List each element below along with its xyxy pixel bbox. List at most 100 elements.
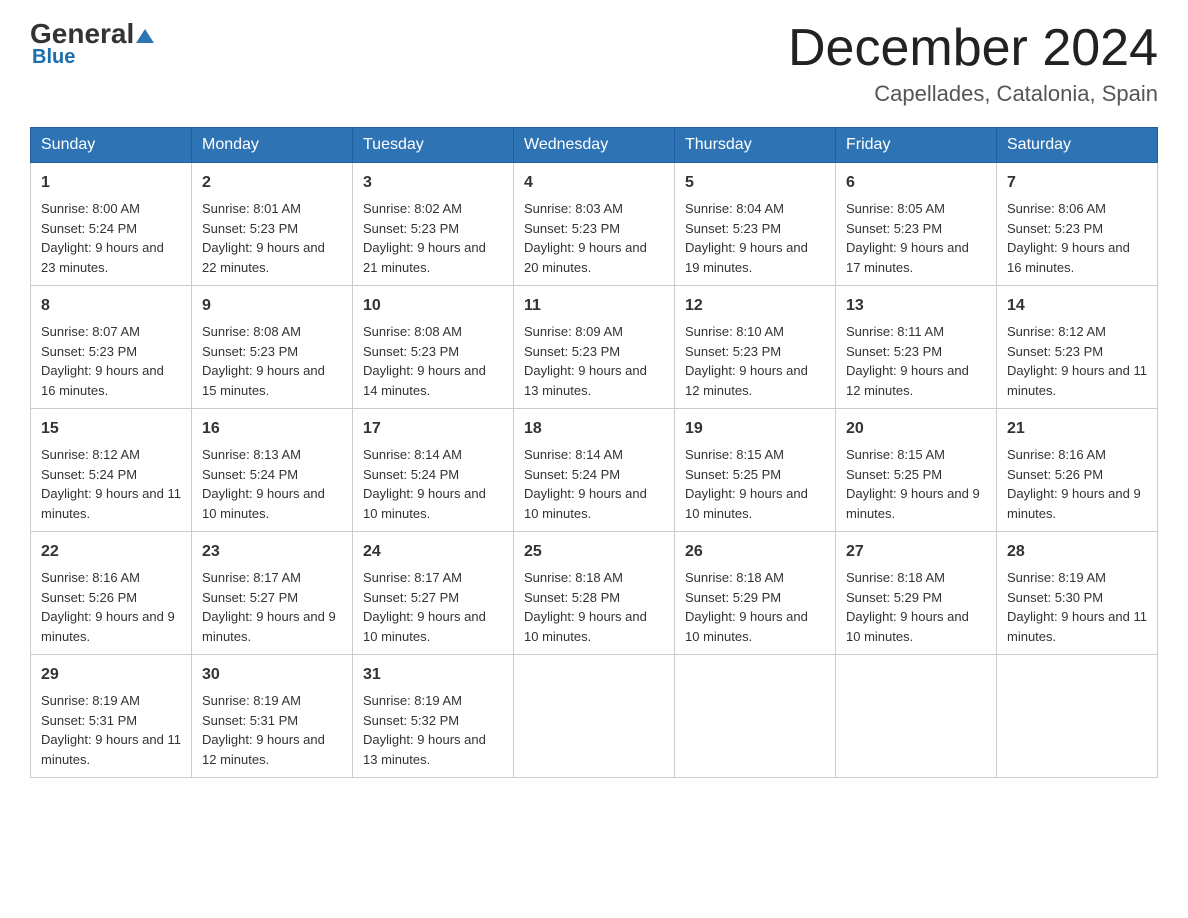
daylight-text: Daylight: 9 hours and 22 minutes. <box>202 240 325 275</box>
calendar-cell: 1Sunrise: 8:00 AMSunset: 5:24 PMDaylight… <box>31 163 192 286</box>
day-number: 28 <box>1007 540 1147 564</box>
sunset-text: Sunset: 5:32 PM <box>363 713 459 728</box>
sunrise-text: Sunrise: 8:01 AM <box>202 201 301 216</box>
day-header-saturday: Saturday <box>997 128 1158 163</box>
daylight-text: Daylight: 9 hours and 16 minutes. <box>41 363 164 398</box>
day-number: 21 <box>1007 417 1147 441</box>
day-number: 6 <box>846 171 986 195</box>
daylight-text: Daylight: 9 hours and 19 minutes. <box>685 240 808 275</box>
sunset-text: Sunset: 5:29 PM <box>846 590 942 605</box>
sunrise-text: Sunrise: 8:19 AM <box>363 693 462 708</box>
daylight-text: Daylight: 9 hours and 13 minutes. <box>363 732 486 767</box>
sunrise-text: Sunrise: 8:02 AM <box>363 201 462 216</box>
day-number: 5 <box>685 171 825 195</box>
calendar-cell: 15Sunrise: 8:12 AMSunset: 5:24 PMDayligh… <box>31 409 192 532</box>
sunset-text: Sunset: 5:23 PM <box>846 221 942 236</box>
sunset-text: Sunset: 5:27 PM <box>202 590 298 605</box>
sunrise-text: Sunrise: 8:14 AM <box>363 447 462 462</box>
day-number: 7 <box>1007 171 1147 195</box>
day-header-thursday: Thursday <box>675 128 836 163</box>
sunset-text: Sunset: 5:23 PM <box>202 344 298 359</box>
calendar-cell: 14Sunrise: 8:12 AMSunset: 5:23 PMDayligh… <box>997 286 1158 409</box>
sunrise-text: Sunrise: 8:10 AM <box>685 324 784 339</box>
daylight-text: Daylight: 9 hours and 9 minutes. <box>1007 486 1141 521</box>
day-number: 9 <box>202 294 342 318</box>
week-row-5: 29Sunrise: 8:19 AMSunset: 5:31 PMDayligh… <box>31 655 1158 778</box>
sunset-text: Sunset: 5:23 PM <box>202 221 298 236</box>
logo-text: General <box>30 20 154 48</box>
daylight-text: Daylight: 9 hours and 10 minutes. <box>202 486 325 521</box>
calendar-cell: 25Sunrise: 8:18 AMSunset: 5:28 PMDayligh… <box>514 532 675 655</box>
week-row-3: 15Sunrise: 8:12 AMSunset: 5:24 PMDayligh… <box>31 409 1158 532</box>
sunset-text: Sunset: 5:27 PM <box>363 590 459 605</box>
calendar-cell: 4Sunrise: 8:03 AMSunset: 5:23 PMDaylight… <box>514 163 675 286</box>
daylight-text: Daylight: 9 hours and 11 minutes. <box>1007 363 1147 398</box>
day-number: 31 <box>363 663 503 687</box>
sunset-text: Sunset: 5:23 PM <box>524 344 620 359</box>
sunrise-text: Sunrise: 8:03 AM <box>524 201 623 216</box>
day-header-wednesday: Wednesday <box>514 128 675 163</box>
sunrise-text: Sunrise: 8:07 AM <box>41 324 140 339</box>
sunset-text: Sunset: 5:24 PM <box>363 467 459 482</box>
daylight-text: Daylight: 9 hours and 10 minutes. <box>846 609 969 644</box>
day-header-friday: Friday <box>836 128 997 163</box>
sunrise-text: Sunrise: 8:19 AM <box>202 693 301 708</box>
calendar-cell: 2 Sunrise: 8:01 AM Sunset: 5:23 PM Daylight… <box>192 163 353 286</box>
sunset-text: Sunset: 5:24 PM <box>41 221 137 236</box>
location-title: Capellades, Catalonia, Spain <box>788 81 1158 107</box>
calendar-cell: 16 Sunrise: 8:13 AM Sunset: 5:24 PM Dayligh… <box>192 409 353 532</box>
calendar-cell: 3Sunrise: 8:02 AMSunset: 5:23 PMDaylight… <box>353 163 514 286</box>
day-number: 8 <box>41 294 181 318</box>
sunset-text: Sunset: 5:23 PM <box>1007 221 1103 236</box>
calendar-cell: 21Sunrise: 8:16 AMSunset: 5:26 PMDayligh… <box>997 409 1158 532</box>
day-number: 29 <box>41 663 181 687</box>
daylight-text: Daylight: 9 hours and 9 minutes. <box>846 486 980 521</box>
daylight-text: Daylight: 9 hours and 16 minutes. <box>1007 240 1130 275</box>
sunset-text: Sunset: 5:24 PM <box>524 467 620 482</box>
header: General Blue December 2024 Capellades, C… <box>30 20 1158 107</box>
sunrise-text: Sunrise: 8:18 AM <box>846 570 945 585</box>
calendar-cell: 18Sunrise: 8:14 AMSunset: 5:24 PMDayligh… <box>514 409 675 532</box>
day-header-row: SundayMondayTuesdayWednesdayThursdayFrid… <box>31 128 1158 163</box>
calendar-cell: 5Sunrise: 8:04 AMSunset: 5:23 PMDaylight… <box>675 163 836 286</box>
sunset-text: Sunset: 5:24 PM <box>202 467 298 482</box>
day-number: 3 <box>363 171 503 195</box>
sunrise-text: Sunrise: 8:18 AM <box>685 570 784 585</box>
day-number: 20 <box>846 417 986 441</box>
day-number: 1 <box>41 171 181 195</box>
calendar-cell: 31 Sunrise: 8:19 AM Sunset: 5:32 PM Dayligh… <box>353 655 514 778</box>
sunrise-text: Sunrise: 8:16 AM <box>1007 447 1106 462</box>
daylight-text: Daylight: 9 hours and 10 minutes. <box>524 609 647 644</box>
daylight-text: Daylight: 9 hours and 9 minutes. <box>41 609 175 644</box>
day-number: 16 <box>202 417 342 441</box>
day-header-tuesday: Tuesday <box>353 128 514 163</box>
sunrise-text: Sunrise: 8:16 AM <box>41 570 140 585</box>
calendar-cell: 26Sunrise: 8:18 AMSunset: 5:29 PMDayligh… <box>675 532 836 655</box>
daylight-text: Daylight: 9 hours and 10 minutes. <box>524 486 647 521</box>
sunset-text: Sunset: 5:25 PM <box>846 467 942 482</box>
sunrise-text: Sunrise: 8:00 AM <box>41 201 140 216</box>
day-number: 2 <box>202 171 342 195</box>
sunrise-text: Sunrise: 8:12 AM <box>41 447 140 462</box>
daylight-text: Daylight: 9 hours and 10 minutes. <box>363 486 486 521</box>
day-number: 22 <box>41 540 181 564</box>
daylight-text: Daylight: 9 hours and 10 minutes. <box>685 609 808 644</box>
sunrise-text: Sunrise: 8:17 AM <box>363 570 462 585</box>
sunset-text: Sunset: 5:28 PM <box>524 590 620 605</box>
daylight-text: Daylight: 9 hours and 12 minutes. <box>685 363 808 398</box>
sunrise-text: Sunrise: 8:13 AM <box>202 447 301 462</box>
sunset-text: Sunset: 5:23 PM <box>685 344 781 359</box>
calendar-cell: 29Sunrise: 8:19 AMSunset: 5:31 PMDayligh… <box>31 655 192 778</box>
sunset-text: Sunset: 5:23 PM <box>846 344 942 359</box>
sunset-text: Sunset: 5:23 PM <box>41 344 137 359</box>
logo-blue: Blue <box>30 46 154 69</box>
sunset-text: Sunset: 5:25 PM <box>685 467 781 482</box>
calendar-cell: 30Sunrise: 8:19 AMSunset: 5:31 PMDayligh… <box>192 655 353 778</box>
sunrise-text: Sunrise: 8:08 AM <box>202 324 301 339</box>
sunset-text: Sunset: 5:23 PM <box>685 221 781 236</box>
sunrise-text: Sunrise: 8:12 AM <box>1007 324 1106 339</box>
sunrise-text: Sunrise: 8:11 AM <box>846 324 944 339</box>
sunset-text: Sunset: 5:23 PM <box>1007 344 1103 359</box>
calendar-cell: 23Sunrise: 8:17 AMSunset: 5:27 PMDayligh… <box>192 532 353 655</box>
sunset-text: Sunset: 5:30 PM <box>1007 590 1103 605</box>
